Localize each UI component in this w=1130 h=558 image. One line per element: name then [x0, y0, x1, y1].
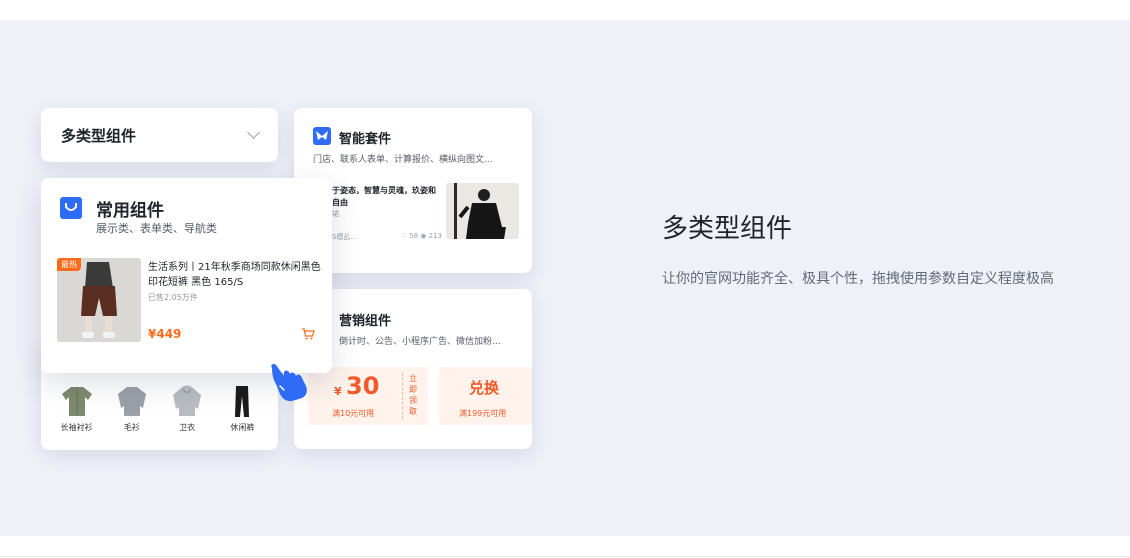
card-subtitle: 展示类、表单类、导航类	[96, 222, 217, 235]
divider	[0, 556, 1130, 557]
category-label: 卫衣	[179, 423, 196, 432]
coupon-currency: ¥	[334, 385, 342, 398]
product-image[interactable]: 最热	[57, 258, 141, 342]
article-author: S模乩...	[332, 233, 358, 241]
article-image[interactable]	[446, 183, 519, 239]
like-icon: ♡	[400, 232, 407, 240]
exchange-label: 兑换	[469, 379, 500, 397]
hoodie-icon	[173, 385, 202, 416]
category-label: 毛衫	[123, 423, 140, 432]
section-description: 让你的官网功能齐全、极具个性，拖拽使用参数自定义程度极高	[662, 271, 1054, 287]
category-item-pants[interactable]: 休闲裤	[217, 384, 267, 433]
like-count: 58	[409, 232, 419, 240]
exchange-condition: 满199元可用	[459, 409, 507, 418]
article-stats: ♡ 58 ◉ 213	[401, 232, 442, 242]
category-item-shirt[interactable]: 长袖衬衫	[52, 384, 102, 433]
coupon-condition: 满10元可用	[332, 409, 375, 418]
card-subtitle: 门店、联系人表单、计算报价、横纵向图文...	[313, 155, 493, 165]
dropdown-label: 多类型组件	[61, 126, 137, 145]
exchange-coupon[interactable]: 兑换 满199元可用	[439, 367, 532, 425]
category-label: 休闲裤	[230, 423, 255, 432]
hot-badge: 最热	[57, 258, 81, 271]
section-heading: 多类型组件	[662, 214, 793, 244]
card-title: 营销组件	[339, 314, 392, 329]
article-tag: 裙	[332, 210, 339, 218]
coupon[interactable]: ¥ 30 满10元可用 立即领取	[308, 367, 428, 425]
article-photo	[446, 183, 519, 239]
category-item-hoodie[interactable]: 卫衣	[162, 384, 212, 433]
shirt-icon	[61, 387, 92, 416]
shopping-bag-icon	[60, 197, 82, 219]
pants-icon	[235, 386, 250, 417]
cart-icon[interactable]	[301, 327, 315, 341]
view-count: 213	[428, 232, 442, 240]
card-subtitle: 倒计时、公告、小程序广告、微信加粉...	[339, 337, 501, 347]
coupon-divider	[402, 373, 403, 419]
category-label: 长袖衬衫	[60, 423, 93, 432]
butterfly-icon	[313, 127, 331, 145]
view-icon: ◉	[420, 232, 427, 240]
product-sold-count: 已售2.05万件	[148, 293, 198, 302]
article-meta: S模乩... ♡ 58 ◉ 213	[332, 232, 442, 242]
category-row: 长袖衬衫 毛衫 卫衣 休闲裤	[41, 384, 278, 433]
card-title: 智能套件	[339, 132, 392, 147]
article-title[interactable]: 于姿态，智慧与灵魂，玖姿和自由	[332, 185, 442, 209]
category-item-sweater[interactable]: 毛衫	[107, 384, 157, 433]
sweater-icon	[117, 387, 146, 416]
card-title: 常用组件	[96, 201, 164, 221]
product-price: ¥449	[148, 327, 182, 341]
component-type-dropdown[interactable]: 多类型组件	[41, 108, 278, 162]
common-components-card[interactable]: 常用组件 展示类、表单类、导航类 最热 生活系列丨21年秋季商场同款休闲黑色印花…	[41, 178, 332, 373]
chevron-down-icon[interactable]	[247, 126, 260, 139]
pointing-hand-icon	[271, 364, 307, 402]
product-title[interactable]: 生活系列丨21年秋季商场同款休闲黑色印花短裤 黑色 165/S	[148, 260, 323, 290]
coupon-value: 30	[346, 372, 380, 400]
claim-coupon-button[interactable]: 立即领取	[408, 373, 418, 417]
